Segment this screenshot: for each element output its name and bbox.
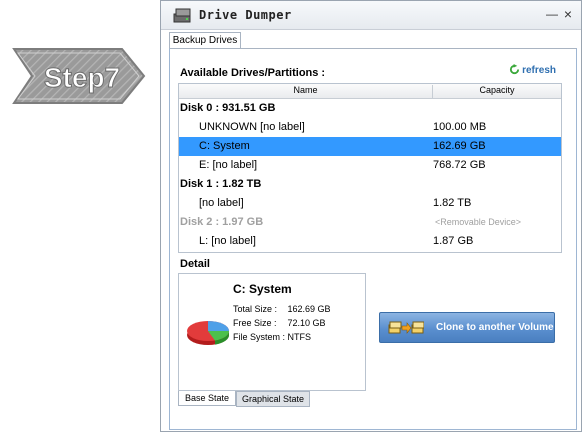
row-name: Disk 2 : 1.97 GB [180, 216, 264, 228]
clone-button-label: Clone to another Volume [436, 322, 554, 333]
row-name: C: System [199, 140, 250, 152]
drive-dumper-window: Drive Dumper — × Backup Drives Available… [160, 0, 582, 432]
refresh-label: refresh [522, 65, 556, 76]
row-capacity: 768.72 GB [433, 159, 486, 171]
table-row-c-system[interactable]: C: System 162.69 GB [179, 137, 561, 156]
row-name: Disk 0 : 931.51 GB [180, 102, 276, 114]
table-row-disk-1-partition[interactable]: [no label] 1.82 TB [179, 194, 561, 213]
free-size-label: Free Size : [233, 318, 277, 328]
clone-to-volume-button[interactable]: Clone to another Volume [379, 312, 555, 343]
drives-table: Name Capacity Disk 0 : 931.51 GB UNKNOWN… [178, 83, 562, 253]
detail-free-size: Free Size : 72.10 GB [233, 318, 326, 328]
detail-title: Detail [180, 258, 210, 270]
free-size-value: 72.10 GB [287, 318, 326, 328]
clone-disks-icon [388, 321, 424, 334]
step-label: Step7 [44, 62, 120, 93]
close-button[interactable]: × [561, 7, 575, 21]
row-name: Disk 1 : 1.82 TB [180, 178, 262, 190]
window-title: Drive Dumper [199, 8, 292, 22]
total-size-label: Total Size : [233, 304, 278, 314]
row-name: [no label] [199, 197, 244, 209]
table-row-disk-2[interactable]: Disk 2 : 1.97 GB <Removable Device> [179, 213, 561, 232]
total-size-value: 162.69 GB [287, 304, 331, 314]
table-header: Name Capacity [179, 84, 561, 99]
detail-total-size: Total Size : 162.69 GB [233, 304, 331, 314]
row-name: L: [no label] [199, 235, 256, 247]
row-capacity: 1.87 GB [433, 235, 474, 247]
table-row-unknown[interactable]: UNKNOWN [no label] 100.00 MB [179, 118, 561, 137]
file-system-value: NTFS [287, 332, 312, 342]
minimize-button[interactable]: — [545, 7, 559, 21]
column-header-capacity[interactable]: Capacity [433, 85, 561, 95]
file-system-label: File System : [233, 332, 286, 342]
row-capacity: 1.82 TB [433, 197, 472, 209]
table-row-disk-1[interactable]: Disk 1 : 1.82 TB [179, 175, 561, 194]
refresh-link[interactable]: refresh [509, 64, 556, 76]
row-capacity: 162.69 GB [433, 140, 486, 152]
detail-file-system: File System : NTFS [233, 332, 311, 342]
backup-drives-panel: Available Drives/Partitions : refresh Na… [169, 48, 577, 430]
detail-volume-name: C: System [233, 282, 292, 296]
row-name: UNKNOWN [no label] [199, 121, 305, 133]
drives-section-title: Available Drives/Partitions : [180, 67, 326, 79]
tab-backup-drives[interactable]: Backup Drives [169, 32, 241, 49]
tab-base-state[interactable]: Base State [178, 391, 236, 406]
detail-panel: C: System Total Size : 162.69 GB Free Si… [178, 273, 366, 391]
step-badge: Step7 [12, 48, 146, 104]
app-drive-icon [173, 8, 191, 23]
row-name: E: [no label] [199, 159, 258, 171]
title-bar[interactable]: Drive Dumper — × [161, 1, 581, 30]
row-capacity: 100.00 MB [433, 121, 487, 133]
column-header-name[interactable]: Name [179, 85, 433, 98]
refresh-icon [510, 64, 520, 75]
disk-usage-pie-icon [187, 321, 230, 345]
table-row-e-drive[interactable]: E: [no label] 768.72 GB [179, 156, 561, 175]
table-row-l-drive[interactable]: L: [no label] 1.87 GB [179, 232, 561, 251]
row-capacity: <Removable Device> [435, 217, 522, 227]
table-row-disk-0[interactable]: Disk 0 : 931.51 GB [179, 99, 561, 118]
tab-graphical-state[interactable]: Graphical State [236, 391, 310, 407]
